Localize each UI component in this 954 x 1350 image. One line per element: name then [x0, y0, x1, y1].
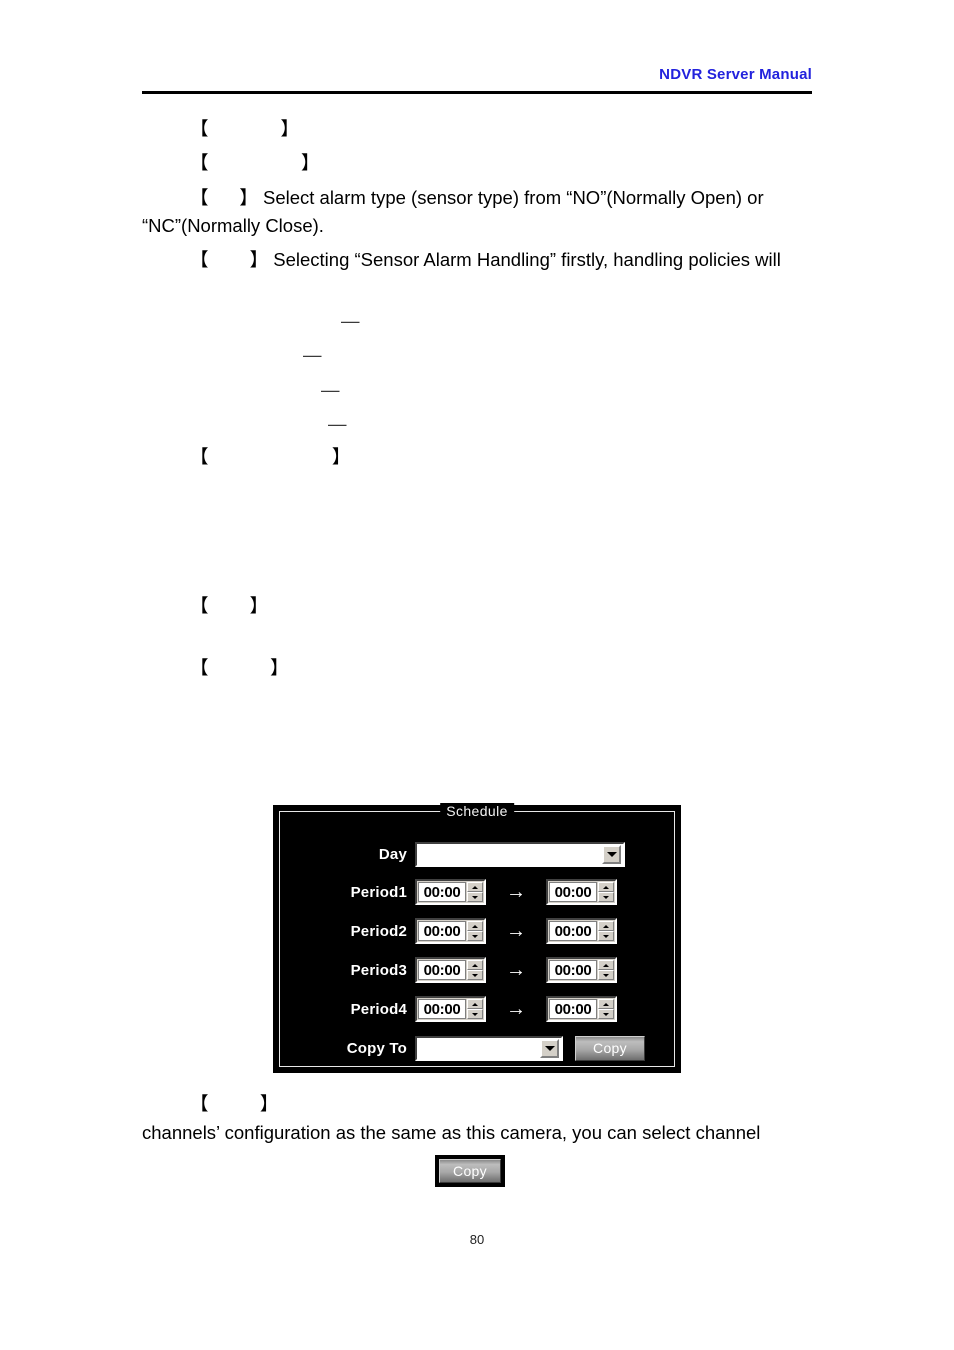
- schedule-group-legend: Schedule: [440, 803, 514, 819]
- em-dash-marker: —: [303, 344, 322, 365]
- stepper-buttons[interactable]: [598, 999, 614, 1019]
- period-end-time-value: 00:00: [549, 960, 597, 980]
- day-combobox[interactable]: [415, 841, 625, 867]
- stepper-up-icon[interactable]: [598, 999, 614, 1009]
- stepper-down-icon[interactable]: [467, 1009, 483, 1019]
- standalone-copy-button[interactable]: Copy: [439, 1159, 501, 1183]
- stepper-down-icon[interactable]: [598, 931, 614, 941]
- period-end-time-stepper[interactable]: 00:00: [546, 996, 617, 1022]
- stepper-up-icon[interactable]: [467, 999, 483, 1009]
- body-text-line: “NC”(Normally Close).: [142, 215, 324, 236]
- body-text-line: 【 】 Select alarm type (sensor type) from…: [190, 187, 764, 208]
- copy-button[interactable]: Copy: [575, 1035, 645, 1061]
- range-arrow-icon: →: [506, 959, 526, 981]
- copy-to-combobox[interactable]: [415, 1035, 563, 1061]
- stepper-down-icon[interactable]: [598, 1009, 614, 1019]
- period-label: Period4: [350, 1000, 407, 1018]
- period-start-time-stepper[interactable]: 00:00: [415, 996, 486, 1022]
- period-end-time-value: 00:00: [549, 882, 597, 902]
- range-arrow-icon: →: [506, 998, 526, 1020]
- stepper-up-icon[interactable]: [467, 882, 483, 892]
- page-header-title: NDVR Server Manual: [659, 66, 812, 83]
- body-text-line: channels’ configuration as the same as t…: [142, 1122, 761, 1143]
- body-text-line: 【 】: [190, 446, 351, 467]
- period-label: Period2: [350, 922, 407, 940]
- header-divider-rule: [142, 91, 812, 94]
- period-end-time-stepper[interactable]: 00:00: [546, 879, 617, 905]
- body-text-line: 【 】: [190, 595, 269, 616]
- period-row-2: Period2 00:00 → 00:00: [280, 915, 674, 947]
- stepper-buttons[interactable]: [598, 960, 614, 980]
- page-number: 80: [469, 1232, 485, 1247]
- copy-to-row: Copy To Copy: [280, 1032, 674, 1064]
- stepper-buttons[interactable]: [467, 921, 483, 941]
- stepper-up-icon[interactable]: [467, 960, 483, 970]
- stepper-up-icon[interactable]: [598, 960, 614, 970]
- stepper-up-icon[interactable]: [598, 882, 614, 892]
- period-start-time-value: 00:00: [418, 960, 466, 980]
- stepper-down-icon[interactable]: [467, 931, 483, 941]
- day-row: Day: [280, 838, 674, 870]
- stepper-down-icon[interactable]: [467, 892, 483, 902]
- period-start-time-value: 00:00: [418, 882, 466, 902]
- stepper-buttons[interactable]: [467, 960, 483, 980]
- stepper-buttons[interactable]: [467, 999, 483, 1019]
- period-end-time-value: 00:00: [549, 921, 597, 941]
- period-label: Period1: [350, 883, 407, 901]
- period-row-4: Period4 00:00 → 00:00: [280, 993, 674, 1025]
- stepper-buttons[interactable]: [598, 921, 614, 941]
- em-dash-marker: —: [321, 379, 340, 400]
- period-start-time-stepper[interactable]: 00:00: [415, 879, 486, 905]
- period-end-time-stepper[interactable]: 00:00: [546, 918, 617, 944]
- chevron-down-icon[interactable]: [602, 844, 621, 864]
- period-row-3: Period3 00:00 → 00:00: [280, 954, 674, 986]
- period-label: Period3: [350, 961, 407, 979]
- range-arrow-icon: →: [506, 881, 526, 903]
- em-dash-marker: —: [328, 413, 347, 434]
- stepper-down-icon[interactable]: [598, 970, 614, 980]
- document-page: NDVR Server Manual 【 】【 】【 】 Select alar…: [0, 0, 954, 1350]
- stepper-up-icon[interactable]: [467, 921, 483, 931]
- chevron-down-icon[interactable]: [540, 1038, 559, 1058]
- body-text-line: 【 】: [190, 1093, 279, 1114]
- period-start-time-value: 00:00: [418, 921, 466, 941]
- range-arrow-icon: →: [506, 920, 526, 942]
- copy-to-label: Copy To: [346, 1039, 407, 1057]
- period-start-time-stepper[interactable]: 00:00: [415, 957, 486, 983]
- standalone-copy-button-frame: Copy: [435, 1155, 505, 1187]
- stepper-up-icon[interactable]: [598, 921, 614, 931]
- period-end-time-stepper[interactable]: 00:00: [546, 957, 617, 983]
- stepper-down-icon[interactable]: [467, 970, 483, 980]
- schedule-groupbox: Schedule Day Period1 00:00 → 00:00 Perio…: [279, 803, 675, 1067]
- em-dash-marker: —: [341, 310, 360, 331]
- schedule-dialog: Schedule Day Period1 00:00 → 00:00 Perio…: [273, 803, 681, 1073]
- body-text-line: 【 】 Selecting “Sensor Alarm Handling” fi…: [190, 249, 781, 270]
- period-end-time-value: 00:00: [549, 999, 597, 1019]
- body-text-line: 【 】: [190, 118, 299, 139]
- period-start-time-stepper[interactable]: 00:00: [415, 918, 486, 944]
- period-start-time-value: 00:00: [418, 999, 466, 1019]
- day-label: Day: [378, 845, 407, 863]
- stepper-buttons[interactable]: [467, 882, 483, 902]
- stepper-buttons[interactable]: [598, 882, 614, 902]
- body-text-line: 【 】: [190, 657, 289, 678]
- body-text-line: 【 】: [190, 152, 320, 173]
- period-row-1: Period1 00:00 → 00:00: [280, 876, 674, 908]
- stepper-down-icon[interactable]: [598, 892, 614, 902]
